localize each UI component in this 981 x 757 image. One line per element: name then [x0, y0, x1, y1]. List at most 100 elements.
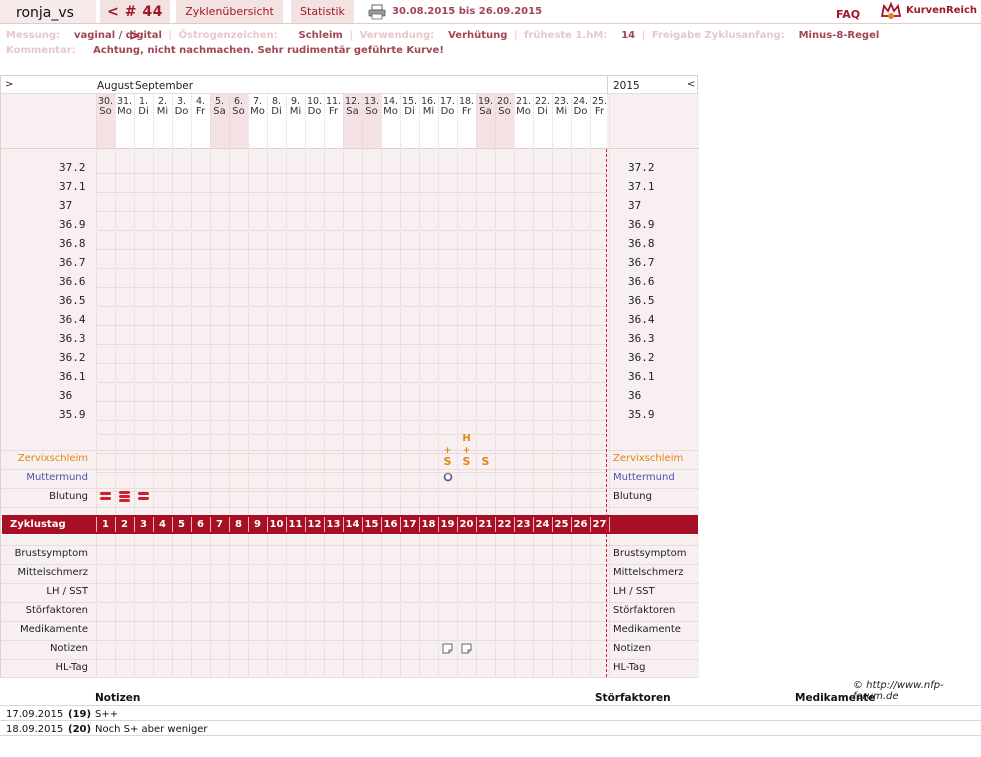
crown-logo-icon[interactable]: [880, 2, 902, 20]
cycle-day-number: 21: [478, 519, 493, 530]
cycle-selector[interactable]: < # 44 >: [100, 0, 170, 44]
day-weekday: Mi: [289, 106, 302, 117]
day-weekday: Mi: [156, 106, 169, 117]
day-header: 23. Mi: [552, 97, 571, 117]
nav-next-cycle[interactable]: <: [687, 79, 695, 90]
year-label: 2015: [613, 80, 640, 92]
temp-label-left: 37.1: [59, 180, 86, 193]
temp-label-left: 36.4: [59, 313, 86, 326]
day-weekday: Fr: [594, 106, 605, 117]
cycle-day-number: 13: [326, 519, 341, 530]
day-header: 12. Sa: [343, 97, 362, 117]
oestrogen-label: Östrogenzeichen:: [178, 30, 278, 41]
cycle-day-number: 9: [254, 519, 261, 530]
day-weekday: So: [232, 106, 245, 117]
temp-label-left: 36.3: [59, 332, 86, 345]
temp-label-right: 36.9: [628, 218, 655, 231]
note-row-1-date: 17.09.2015: [6, 709, 64, 720]
day-weekday: Sa: [479, 106, 492, 117]
nav-statistics[interactable]: Statistik: [291, 0, 354, 23]
temp-label-left: 36.5: [59, 294, 86, 307]
note-icon[interactable]: [461, 643, 472, 654]
day-header: 19. Sa: [476, 97, 495, 117]
printer-icon[interactable]: [368, 4, 386, 20]
freigabe-label: Freigabe Zyklusanfang:: [651, 30, 785, 41]
temp-label-left: 36.6: [59, 275, 86, 288]
note-row-2-text: Noch S+ aber weniger: [95, 724, 208, 735]
marks-area-bg: [1, 448, 699, 514]
kommentar-label: Kommentar:: [6, 45, 76, 56]
day-header: 9. Mi: [286, 97, 305, 117]
day-weekday: Fr: [195, 106, 206, 117]
day-weekday: Mo: [383, 106, 398, 117]
oestrogen-value: Schleim: [298, 30, 343, 41]
messung-value: vaginal / digital: [73, 30, 162, 41]
temp-label-right: 36.6: [628, 275, 655, 288]
note-icon[interactable]: [442, 643, 453, 654]
month-august: August: [97, 80, 134, 92]
cycle-chart: > < August September 2015 30. So 31. Mo 1. Di 2. Mi 3…: [0, 75, 699, 678]
cycle-day-number: 1: [102, 519, 109, 530]
temp-label-left: 36.7: [59, 256, 86, 269]
kommentar-value: Achtung, nicht nachmachen. Sehr rudiment…: [93, 45, 444, 56]
temp-label-left: 36.8: [59, 237, 86, 250]
blutung-icon: [119, 491, 130, 502]
zervix-mark: S: [443, 455, 452, 468]
row-label-notizen: Notizen: [49, 643, 88, 654]
zervix-mark: S: [481, 455, 490, 468]
note-row-1-text: S++: [95, 709, 119, 720]
cycle-day-number: 18: [421, 519, 436, 530]
logo-text[interactable]: KurvenReich: [906, 5, 977, 16]
cycle-day-number: 10: [269, 519, 284, 530]
temp-label-left: 36.1: [59, 370, 86, 383]
freigabe-value: Minus-8-Regel: [798, 30, 880, 41]
blutung-icon: [138, 492, 149, 500]
row-label-right-mittel: Mittelschmerz: [613, 567, 684, 578]
day-header: 21. Mo: [514, 97, 533, 117]
day-header: 14. Mo: [381, 97, 400, 117]
cycle-end-line: [606, 149, 607, 677]
messung-label: Messung:: [6, 30, 61, 41]
day-weekday: Mo: [250, 106, 265, 117]
day-header: 13. So: [362, 97, 381, 117]
info-line-2: Kommentar: Achtung, nicht nachmachen. Se…: [6, 45, 444, 56]
cycle-day-number: 11: [288, 519, 303, 530]
row-label-right-brust: Brustsymptom: [613, 548, 687, 559]
verwendung-value: Verhütung: [448, 30, 508, 41]
day-header: 18. Fr: [457, 97, 476, 117]
faq-link[interactable]: FAQ: [836, 8, 860, 21]
day-weekday: Di: [271, 106, 282, 117]
temp-label-right: 37.1: [628, 180, 655, 193]
cycle-day-number: 7: [216, 519, 223, 530]
day-header: 30. So: [96, 97, 115, 117]
header-right-bg: [607, 94, 699, 149]
day-header: 31. Mo: [115, 97, 134, 117]
row-label-hl: HL-Tag: [55, 662, 88, 673]
cycle-day-number: 8: [235, 519, 242, 530]
day-header: 8. Di: [267, 97, 286, 117]
cycle-day-number: 26: [573, 519, 588, 530]
zervix-mark-plus: +: [462, 446, 471, 456]
top-bar: ronja_vs < # 44 > Zyklenübersicht Statis…: [0, 0, 981, 44]
cycle-day-number: 4: [159, 519, 166, 530]
zervix-mark-top: H: [462, 433, 471, 444]
day-weekday: Di: [537, 106, 548, 117]
day-header: 11. Fr: [324, 97, 343, 117]
day-weekday: Di: [404, 106, 415, 117]
cycle-day-number: 20: [459, 519, 474, 530]
day-header: 5. Sa: [210, 97, 229, 117]
nav-prev-cycle[interactable]: >: [5, 79, 13, 90]
day-weekday: Fr: [461, 106, 472, 117]
cycle-day-number: 3: [140, 519, 147, 530]
day-weekday: Mo: [117, 106, 132, 117]
day-weekday: So: [365, 106, 378, 117]
cycle-day-number: 15: [364, 519, 379, 530]
date-range: 30.08.2015 bis 26.09.2015: [392, 6, 543, 17]
day-weekday: Do: [440, 106, 455, 117]
day-header: 10. Do: [305, 97, 324, 117]
temp-label-right: 36.2: [628, 351, 655, 364]
cycle-day-number: 2: [121, 519, 128, 530]
nav-cycle-overview[interactable]: Zyklenübersicht: [176, 0, 283, 23]
temp-label-left: 36.2: [59, 351, 86, 364]
day-header: 24. Do: [571, 97, 590, 117]
